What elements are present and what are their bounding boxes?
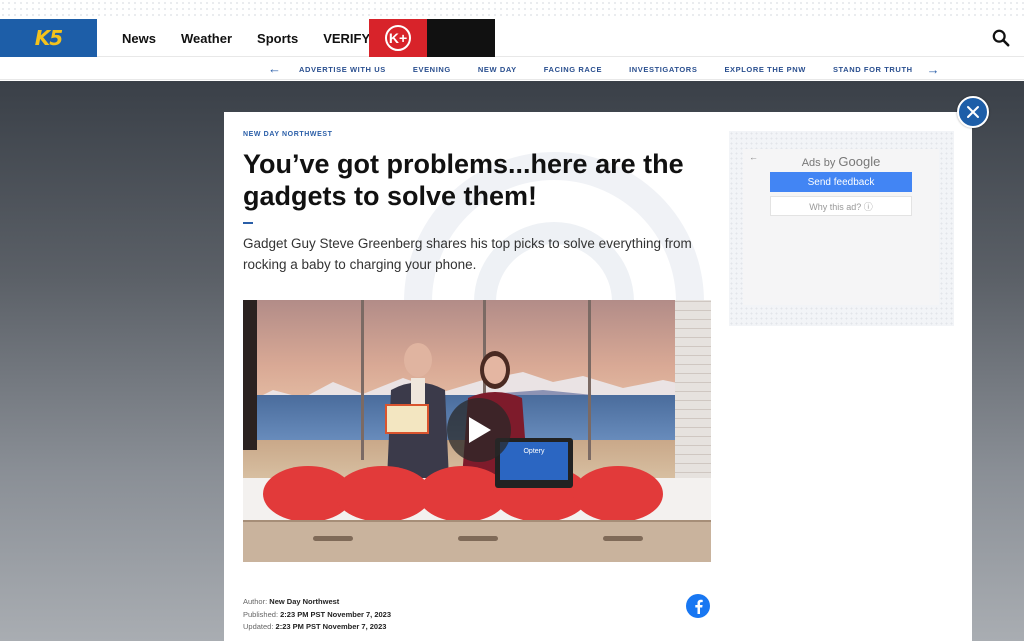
google-label: Google: [838, 154, 881, 169]
ads-by-google: Ads by Google: [743, 154, 939, 169]
published-label: Published:: [243, 609, 279, 619]
updated-date: 2:23 PM PST November 7, 2023: [275, 622, 387, 631]
kplus-banner: [427, 19, 495, 57]
author-label: Author:: [243, 597, 268, 606]
subnav-evening[interactable]: EVENING: [413, 65, 451, 74]
article-byline: Author: New Day Northwest Published: 2:2…: [243, 596, 391, 634]
send-feedback-button[interactable]: Send feedback: [770, 172, 912, 192]
byline-published: Published: 2:23 PM PST November 7, 2023: [243, 609, 391, 622]
logo-text: K5: [34, 26, 63, 50]
nav-news[interactable]: News: [122, 31, 156, 46]
video-gadget-card: [385, 404, 429, 434]
sub-nav: ← ADVERTISE WITH US EVENING NEW DAY FACI…: [0, 58, 1024, 80]
headline-rule: [243, 222, 253, 224]
article-dek: Gadget Guy Steve Greenberg shares his to…: [243, 236, 692, 272]
subnav-explore-pnw[interactable]: EXPLORE THE PNW: [724, 65, 806, 74]
nav-verify[interactable]: VERIFY: [323, 31, 370, 46]
byline-updated: Updated: 2:23 PM PST November 7, 2023: [243, 621, 391, 634]
play-button[interactable]: [447, 398, 511, 462]
subnav-items: ADVERTISE WITH US EVENING NEW DAY FACING…: [299, 58, 940, 80]
kplus-label: K+: [385, 25, 411, 51]
subnav-left-arrow-icon[interactable]: ←: [268, 61, 281, 76]
kplus-logo: K+: [369, 19, 427, 57]
subnav-right-arrow-icon[interactable]: →: [927, 62, 940, 77]
article-kicker[interactable]: NEW DAY NORTHWEST: [243, 131, 333, 138]
article-modal: NEW DAY NORTHWEST You’ve got problems...…: [224, 112, 972, 641]
top-strip: [0, 0, 1024, 19]
nav-sports[interactable]: Sports: [257, 31, 298, 46]
main-nav: News Weather Sports VERIFY: [122, 19, 395, 57]
author-name[interactable]: New Day Northwest: [269, 597, 339, 606]
ad-feedback-panel: ← Ads by Google Send feedback Why this a…: [743, 149, 939, 305]
subnav-investigators[interactable]: INVESTIGATORS: [629, 65, 697, 74]
video-cabinet: [243, 520, 711, 562]
play-icon: [469, 417, 491, 443]
site-header: K5 News Weather Sports VERIFY K+: [0, 19, 1024, 57]
subnav-facing-race[interactable]: FACING RACE: [544, 65, 602, 74]
subnav-stand-for-truth[interactable]: STAND FOR TRUTH: [833, 65, 913, 74]
subnav-advertise[interactable]: ADVERTISE WITH US: [299, 65, 386, 74]
video-neon-sign: [243, 300, 257, 450]
ad-slot: ← Ads by Google Send feedback Why this a…: [729, 131, 954, 326]
video-laptop-screen: Optery: [500, 442, 568, 480]
updated-label: Updated:: [243, 622, 274, 631]
video-laptop-text: Optery: [523, 448, 545, 455]
byline-author: Author: New Day Northwest: [243, 596, 391, 609]
video-player[interactable]: Optery: [243, 300, 711, 562]
search-icon[interactable]: [992, 29, 1010, 47]
why-this-ad-button[interactable]: Why this ad? ⓘ: [770, 196, 912, 216]
ads-by-label: Ads by: [801, 157, 836, 169]
site-logo[interactable]: K5: [0, 19, 97, 57]
subnav-new-day[interactable]: NEW DAY: [478, 65, 517, 74]
close-icon: [967, 106, 979, 118]
facebook-share-icon[interactable]: [686, 594, 710, 618]
nav-weather[interactable]: Weather: [181, 31, 232, 46]
kplus-promo[interactable]: K+: [369, 19, 495, 57]
close-modal-button[interactable]: [957, 96, 989, 128]
published-date: 2:23 PM PST November 7, 2023: [280, 609, 392, 619]
article-headline: You’ve got problems...here are the gadge…: [243, 149, 684, 211]
